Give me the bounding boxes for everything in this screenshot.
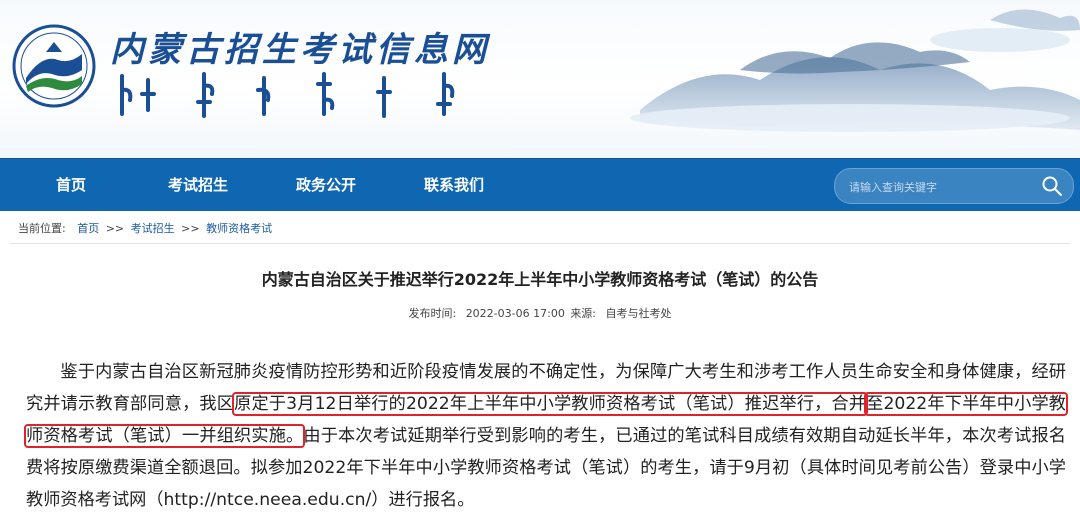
search-icon[interactable] — [1041, 175, 1063, 197]
search-box — [834, 168, 1074, 205]
main-nav: 首页 考试招生 政务公开 联系我们 — [0, 158, 1080, 211]
article-body: 鉴于内蒙古自治区新冠肺炎疫情防控形势和近阶段疫情发展的不确定性，为保障广大考生和… — [24, 356, 1068, 516]
publish-time: 2022-03-06 17:00 — [465, 307, 565, 320]
cloud-mountain-decoration — [630, 9, 1080, 132]
breadcrumb-teacher-qualification[interactable]: 教师资格考试 — [206, 222, 272, 235]
divider — [10, 243, 1070, 244]
nav-item-exam-enrollment[interactable]: 考试招生 — [168, 159, 228, 211]
breadcrumb-exam-enrollment[interactable]: 考试招生 — [131, 222, 175, 235]
article-paragraph: 鉴于内蒙古自治区新冠肺炎疫情防控形势和近阶段疫情发展的不确定性，为保障广大考生和… — [24, 356, 1068, 516]
breadcrumb: 当前位置: 首页 >> 考试招生 >> 教师资格考试 — [18, 220, 272, 236]
site-header: 内蒙古招生考试信息网 — [0, 0, 1080, 158]
nav-item-contact-us[interactable]: 联系我们 — [424, 159, 484, 211]
mongolian-script-logo — [120, 72, 455, 118]
nav-item-home[interactable]: 首页 — [56, 159, 86, 211]
article-title: 内蒙古自治区关于推迟举行2022年上半年中小学教师资格考试（笔试）的公告 — [261, 270, 819, 289]
breadcrumb-label: 当前位置: — [18, 222, 66, 235]
site-title: 内蒙古招生考试信息网 — [110, 30, 490, 70]
search-input[interactable] — [847, 169, 1031, 205]
source-label: 来源: — [570, 307, 597, 320]
source: 自考与社考处 — [605, 307, 672, 320]
site-logo[interactable] — [12, 24, 96, 108]
highlighted-text: 原定于3月12日举行的2022年上半年中小学教师资格考试（笔试）推迟举行，合并 — [232, 392, 869, 416]
breadcrumb-separator: >> — [181, 222, 200, 235]
nav-item-government-affairs[interactable]: 政务公开 — [296, 159, 356, 211]
publish-time-label: 发布时间: — [408, 307, 457, 320]
breadcrumb-home[interactable]: 首页 — [77, 222, 99, 235]
article-meta: 发布时间: 2022-03-06 17:00 来源: 自考与社考处 — [0, 305, 1080, 321]
breadcrumb-separator: >> — [105, 222, 125, 235]
